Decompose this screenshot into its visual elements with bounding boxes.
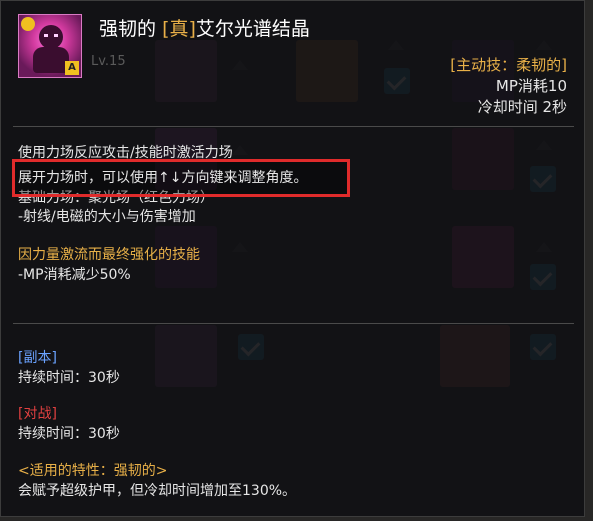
skill-icon-figure-body: [33, 47, 69, 73]
trait-effect: 会赋予超级护甲，但冷却时间增加至130%。: [18, 483, 297, 499]
skill-tooltip: A 强韧的 [真]艾尔光谱结晶 Lv.15 [主动技：柔韧的] MP消耗10 冷…: [0, 0, 585, 517]
skill-title: 强韧的 [真]艾尔光谱结晶: [99, 14, 310, 41]
skill-type-label: [主动技：柔韧的]: [450, 56, 567, 74]
divider-top: [13, 126, 574, 127]
cooldown: 冷却时间 2秒: [477, 98, 567, 116]
skill-title-tag: [真]: [162, 18, 196, 40]
description-line-4: -射线/电磁的大小与伤害增加: [18, 209, 196, 225]
pvp-label: [对战]: [18, 406, 57, 422]
description-highlight: 展开力场时，可以使用↑↓方向键来调整角度。: [18, 170, 308, 186]
enhance-title: 因力量激流而最终强化的技能: [18, 247, 200, 263]
divider-middle: [13, 323, 574, 324]
skill-icon: A: [18, 14, 82, 78]
dungeon-label: [副本]: [18, 350, 57, 366]
skill-level-ghost: Lv.15: [91, 54, 126, 69]
mp-cost: MP消耗10: [495, 77, 567, 95]
skill-icon-eye: [44, 34, 48, 37]
skill-icon-corner-badge: [21, 17, 35, 31]
dungeon-duration: 持续时间：30秒: [18, 370, 120, 386]
skill-title-prefix: 强韧的: [99, 18, 157, 40]
skill-icon-eye: [54, 34, 58, 37]
enhance-detail: -MP消耗减少50%: [18, 267, 131, 283]
skill-icon-grade-badge: A: [65, 61, 79, 75]
skill-title-name: 艾尔光谱结晶: [195, 18, 310, 40]
trait-label: <适用的特性：强韧的>: [18, 463, 168, 479]
pvp-duration: 持续时间：30秒: [18, 426, 120, 442]
skill-icon-figure-head: [39, 25, 63, 49]
